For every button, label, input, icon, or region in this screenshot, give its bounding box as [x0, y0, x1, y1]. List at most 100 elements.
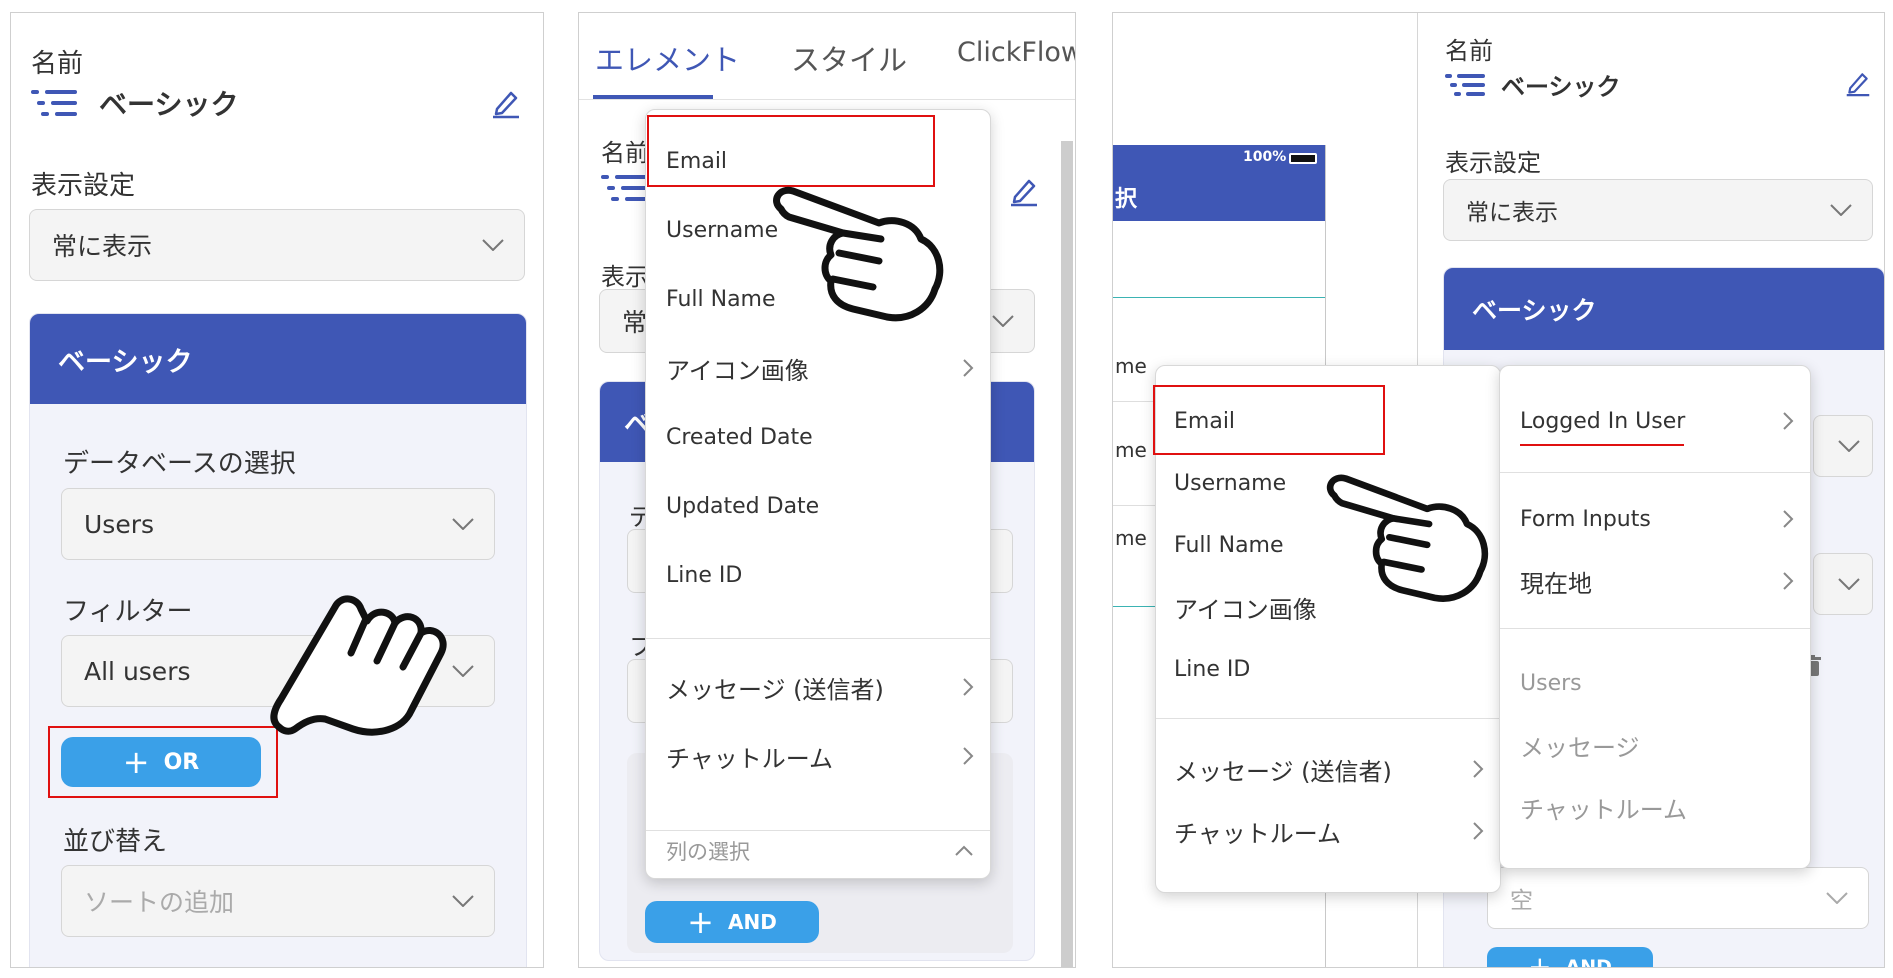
name-label: 名前 — [1445, 37, 1493, 65]
and-button[interactable]: + AND — [1487, 947, 1653, 968]
preview-header-title: 択 — [1115, 187, 1138, 212]
highlight-box — [647, 115, 935, 187]
sort-label: 並び替え — [63, 827, 168, 857]
tab-style[interactable]: スタイル — [791, 37, 907, 79]
chevron-down-icon — [1838, 578, 1860, 590]
and-button[interactable]: + AND — [645, 901, 819, 943]
pointing-hand-icon — [773, 186, 944, 322]
card-title: ベーシック — [1444, 268, 1884, 350]
list-icon — [31, 88, 77, 118]
dropdown-item-created-date[interactable]: Created Date — [646, 408, 990, 466]
display-setting-value: 常 — [622, 308, 648, 337]
sort-select[interactable]: ソートの追加 — [61, 865, 495, 937]
edit-pencil-icon[interactable] — [1845, 69, 1871, 97]
chevron-down-icon — [1830, 204, 1852, 216]
name-row: ベーシック — [1445, 67, 1621, 102]
element-panel: エレメント スタイル ClickFlow 名前 表示 常 ベ デ フ + AND… — [578, 12, 1076, 968]
database-select-label: データベースの選択 — [63, 449, 296, 479]
dropdown-item-label: チャットルーム — [666, 744, 834, 773]
highlight-box — [1153, 385, 1385, 455]
filter-select[interactable] — [1813, 553, 1873, 615]
database-select[interactable] — [1813, 415, 1873, 477]
dropdown-item-form-inputs[interactable]: Form Inputs — [1500, 490, 1810, 548]
chevron-right-icon — [963, 678, 974, 696]
app-preview-header: 100% 択 — [1113, 145, 1325, 221]
column-select-label: 列の選択 — [666, 840, 750, 864]
settings-panel-basic: 名前 ベーシック 表示設定 常に表示 ベーシック データベースの選択 Users… — [10, 12, 544, 968]
list-name: ベーシック — [99, 88, 239, 121]
dropdown-item-updated-date[interactable]: Updated Date — [646, 477, 990, 535]
pointing-hand-icon — [270, 595, 447, 736]
and-button-label: AND — [727, 910, 777, 934]
chevron-right-icon — [963, 359, 974, 377]
chevron-down-icon — [992, 315, 1014, 327]
dropdown-divider — [1156, 718, 1500, 719]
plus-icon: + — [687, 903, 714, 941]
highlight-box — [48, 726, 278, 798]
dropdown-item-message-sender[interactable]: メッセージ (送信者) — [646, 658, 990, 716]
highlight-underline — [1520, 444, 1684, 446]
name-row: ベーシック — [31, 83, 238, 123]
empty-placeholder: 空 — [1510, 888, 1533, 914]
column-select-toggle[interactable]: 列の選択 — [646, 822, 990, 878]
dropdown-item-label: 現在地 — [1520, 569, 1592, 598]
display-setting-select[interactable]: 常に表示 — [1443, 179, 1873, 241]
chevron-down-icon — [452, 895, 474, 907]
scrollbar[interactable] — [1061, 141, 1073, 967]
dropdown-item-chatroom[interactable]: チャットルーム — [1156, 802, 1500, 860]
edit-pencil-icon[interactable] — [1009, 175, 1039, 207]
tab-element[interactable]: エレメント — [595, 37, 740, 79]
chevron-down-icon — [1826, 892, 1848, 904]
chevron-right-icon — [1473, 822, 1484, 840]
display-setting-value: 常に表示 — [52, 232, 153, 261]
dropdown-item-label: チャットルーム — [1174, 819, 1342, 848]
plus-icon: + — [1528, 950, 1552, 968]
dropdown-divider — [1500, 472, 1810, 473]
chevron-right-icon — [1783, 572, 1794, 590]
chevron-down-icon — [482, 239, 504, 251]
filter-value: All users — [84, 656, 191, 686]
edit-pencil-icon[interactable] — [491, 87, 521, 119]
database-select[interactable]: Users — [61, 488, 495, 560]
source-dropdown: Logged In User Form Inputs 現在地 Users メッセ… — [1499, 365, 1811, 869]
dropdown-item-label: Logged In User — [1520, 408, 1686, 434]
dropdown-item-label: アイコン画像 — [666, 356, 809, 385]
list-name: ベーシック — [1501, 73, 1621, 101]
dropdown-divider — [1500, 628, 1810, 629]
dropdown-item-icon-image[interactable]: アイコン画像 — [646, 339, 990, 397]
battery-percentage: 100% — [1243, 149, 1287, 165]
chevron-down-icon — [452, 665, 474, 677]
dropdown-item-label: メッセージ (送信者) — [666, 675, 884, 704]
dropdown-item-message-sender[interactable]: メッセージ (送信者) — [1156, 740, 1500, 798]
tab-divider — [579, 99, 1075, 100]
pointing-hand-icon — [1326, 474, 1489, 602]
chevron-down-icon — [452, 518, 474, 530]
filter-label: フィルター — [63, 597, 193, 627]
tab-clickflow[interactable]: ClickFlow — [957, 37, 1075, 68]
database-value: Users — [84, 509, 155, 539]
chevron-up-icon — [955, 845, 973, 856]
chevron-right-icon — [1473, 760, 1484, 778]
list-icon — [1445, 72, 1485, 98]
dropdown-item-logged-in-user[interactable]: Logged In User — [1500, 392, 1810, 450]
chevron-down-icon — [1838, 440, 1860, 452]
display-setting-label: 表示設定 — [31, 171, 136, 201]
card-title: ベーシック — [30, 314, 526, 404]
dropdown-item-chatroom[interactable]: チャットルーム — [646, 727, 990, 785]
display-setting-label: 表示 — [601, 263, 649, 291]
battery-icon — [1289, 153, 1317, 164]
dropdown-item-chatrooms: チャットルーム — [1520, 795, 1688, 824]
dropdown-item-line-id[interactable]: Line ID — [1156, 640, 1500, 698]
display-setting-select[interactable]: 常に表示 — [29, 209, 525, 281]
dropdown-item-messages: メッセージ — [1520, 733, 1640, 762]
dropdown-item-line-id[interactable]: Line ID — [646, 546, 990, 604]
empty-select[interactable]: 空 — [1487, 867, 1869, 929]
chevron-right-icon — [963, 747, 974, 765]
and-button-label: AND — [1565, 956, 1612, 968]
display-setting-label: 表示設定 — [1445, 149, 1541, 177]
chevron-right-icon — [1783, 510, 1794, 528]
display-setting-value: 常に表示 — [1466, 200, 1558, 226]
dropdown-item-users: Users — [1520, 670, 1582, 696]
dropdown-item-current-location[interactable]: 現在地 — [1500, 552, 1810, 610]
name-label: 名前 — [601, 139, 649, 167]
